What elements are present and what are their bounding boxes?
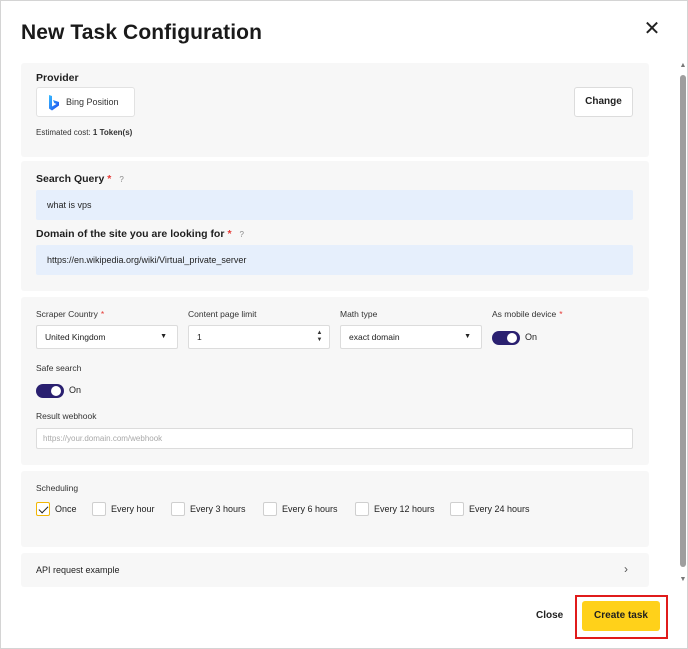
domain-label-text: Domain of the site you are looking for <box>36 228 225 240</box>
result-webhook-input[interactable]: https://your.domain.com/webhook <box>36 428 633 449</box>
dropdown-caret-icon: ▼ <box>160 333 167 340</box>
safe-search-toggle[interactable] <box>36 384 64 398</box>
schedule-every-hour-checkbox[interactable] <box>92 502 106 516</box>
close-icon[interactable]: ✕ <box>642 19 662 39</box>
dialog-content[interactable]: Provider Bing Position Change Estimated … <box>19 59 677 587</box>
as-mobile-device-label-text: As mobile device <box>492 309 557 319</box>
schedule-every-24-hours-checkbox[interactable] <box>450 502 464 516</box>
scheduling-section: Scheduling Once Every hour Every 3 hours… <box>21 471 649 547</box>
toggle-knob <box>507 333 517 343</box>
cost-value: 1 Token(s) <box>92 128 133 137</box>
api-example-label: API request example <box>36 565 120 575</box>
content-page-limit-label: Content page limit <box>188 309 257 319</box>
scrollbar-thumb[interactable] <box>680 75 686 567</box>
scraper-country-select[interactable]: United Kingdom ▼ <box>36 325 178 349</box>
schedule-every-24-hours-label[interactable]: Every 24 hours <box>469 504 530 514</box>
content-page-limit-stepper[interactable]: 1 ▲ ▼ <box>188 325 330 349</box>
toggle-knob <box>51 386 61 396</box>
required-marker: * <box>100 309 105 319</box>
dropdown-caret-icon: ▼ <box>464 333 471 340</box>
api-example-section[interactable]: API request example › <box>21 553 649 587</box>
schedule-every-3-hours-label[interactable]: Every 3 hours <box>190 504 246 514</box>
change-provider-button[interactable]: Change <box>574 87 633 117</box>
schedule-every-12-hours-label[interactable]: Every 12 hours <box>374 504 435 514</box>
schedule-every-6-hours-label[interactable]: Every 6 hours <box>282 504 338 514</box>
domain-input[interactable]: https://en.wikipedia.org/wiki/Virtual_pr… <box>36 245 633 275</box>
provider-section: Provider Bing Position Change Estimated … <box>21 63 649 157</box>
math-type-label: Math type <box>340 309 378 319</box>
domain-label: Domain of the site you are looking for *? <box>36 228 244 240</box>
bing-logo-icon <box>49 95 59 111</box>
as-mobile-device-label: As mobile device * <box>492 309 563 319</box>
options-section: Scraper Country * United Kingdom ▼ Conten… <box>21 297 649 465</box>
safe-search-label: Safe search <box>36 363 82 373</box>
result-webhook-label: Result webhook <box>36 411 97 421</box>
search-query-label-text: Search Query <box>36 173 105 185</box>
dialog-title: New Task Configuration <box>21 21 262 44</box>
scheduling-label: Scheduling <box>36 483 79 493</box>
query-section: Search Query *? what is vps Domain of the… <box>21 161 649 291</box>
vertical-scrollbar[interactable]: ▲ ▼ <box>679 61 687 585</box>
math-type-select[interactable]: exact domain ▼ <box>340 325 482 349</box>
create-task-button[interactable]: Create task <box>582 601 660 631</box>
scraper-country-label: Scraper Country * <box>36 309 104 319</box>
as-mobile-device-state: On <box>525 332 538 342</box>
help-icon[interactable]: ? <box>240 230 244 239</box>
scraper-country-value: United Kingdom <box>45 332 106 342</box>
task-config-dialog: New Task Configuration ✕ Provider Bing P… <box>0 0 688 649</box>
schedule-every-3-hours-checkbox[interactable] <box>171 502 185 516</box>
required-marker: * <box>559 309 563 319</box>
schedule-every-hour-label[interactable]: Every hour <box>111 504 155 514</box>
as-mobile-device-toggle[interactable] <box>492 331 520 345</box>
search-query-label: Search Query *? <box>36 173 124 185</box>
chevron-right-icon[interactable]: › <box>624 562 628 576</box>
schedule-every-12-hours-checkbox[interactable] <box>355 502 369 516</box>
required-marker: * <box>227 228 232 240</box>
content-page-limit-value: 1 <box>197 332 202 342</box>
schedule-every-6-hours-checkbox[interactable] <box>263 502 277 516</box>
safe-search-state: On <box>69 385 82 395</box>
cost-prefix: Estimated cost: <box>36 128 91 137</box>
help-icon[interactable]: ? <box>119 175 123 184</box>
scroll-up-icon[interactable]: ▲ <box>679 61 687 71</box>
required-marker: * <box>107 173 112 185</box>
schedule-once-label[interactable]: Once <box>55 504 77 514</box>
schedule-once-checkbox[interactable] <box>36 502 50 516</box>
scraper-country-label-text: Scraper Country <box>36 309 98 319</box>
close-button[interactable]: Close <box>536 610 563 621</box>
search-query-input[interactable]: what is vps <box>36 190 633 220</box>
provider-label: Provider <box>36 72 79 84</box>
provider-chip: Bing Position <box>36 87 135 117</box>
estimated-cost: Estimated cost: 1 Token(s) <box>36 128 132 137</box>
math-type-value: exact domain <box>349 332 400 342</box>
stepper-arrows-icon[interactable]: ▲ ▼ <box>316 330 323 344</box>
provider-name: Bing Position <box>66 97 119 107</box>
scroll-down-icon[interactable]: ▼ <box>679 575 687 585</box>
